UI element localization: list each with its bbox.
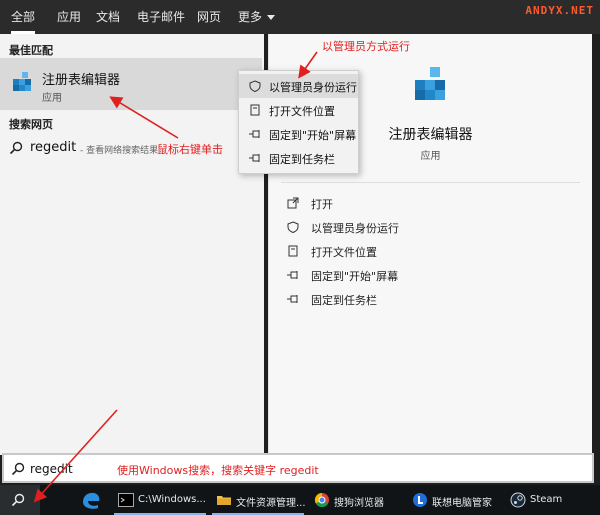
web-search-hint: - 查看网络搜索结果 xyxy=(80,146,159,156)
search-icon xyxy=(11,462,25,476)
file-location-icon xyxy=(288,245,298,257)
context-menu-pin-to-taskbar[interactable]: 固定到任务栏 xyxy=(239,146,358,170)
annotation-search-hint: 使用Windows搜索，搜索关键字 regedit xyxy=(117,464,319,477)
pin-icon xyxy=(287,271,298,279)
results-pane: 最佳匹配 注册表编辑器 应用 搜索网页 regedit - 查看网络搜索结果 xyxy=(0,34,264,455)
context-menu-run-as-admin[interactable]: 以管理员身份运行 xyxy=(239,74,358,98)
chrome-icon xyxy=(314,492,329,508)
best-match-subtitle: 应用 xyxy=(42,93,62,104)
cmd-icon xyxy=(118,493,134,507)
lenovo-icon xyxy=(413,493,427,507)
pin-icon xyxy=(249,154,260,162)
context-menu-pin-to-start[interactable]: 固定到"开始"屏幕 xyxy=(239,122,358,146)
taskbar-item-steam[interactable]: Steam xyxy=(506,485,596,515)
admin-shield-icon xyxy=(249,80,261,92)
tab-all[interactable]: 全部 xyxy=(11,0,36,34)
pin-icon xyxy=(287,295,298,303)
taskbar: C:\Windows... 文件资源管理... 搜狗浏览器 联想电脑管家 Ste… xyxy=(0,485,600,515)
context-menu-open-file-location[interactable]: 打开文件位置 xyxy=(239,98,358,122)
pin-icon xyxy=(249,130,260,138)
folder-icon xyxy=(217,496,231,505)
search-icon xyxy=(11,493,25,507)
divider xyxy=(281,182,580,183)
best-match-result[interactable]: 注册表编辑器 应用 xyxy=(0,58,262,110)
taskbar-item-lenovo[interactable]: 联想电脑管家 xyxy=(408,485,502,515)
open-icon xyxy=(287,197,299,209)
taskbar-item-browser[interactable]: 搜狗浏览器 xyxy=(310,485,404,515)
tab-web[interactable]: 网页 xyxy=(197,0,221,34)
tab-email[interactable]: 电子邮件 xyxy=(137,0,185,34)
context-menu: 以管理员身份运行 打开文件位置 固定到"开始"屏幕 固定到任务栏 xyxy=(238,70,359,174)
web-search-heading: 搜索网页 xyxy=(9,118,53,131)
best-match-heading: 最佳匹配 xyxy=(9,44,53,57)
web-search-query: regedit xyxy=(30,140,77,155)
tab-apps[interactable]: 应用 xyxy=(57,0,81,34)
registry-editor-icon xyxy=(415,67,445,100)
annotation-run-as-admin: 以管理员方式运行 xyxy=(322,40,410,53)
file-location-icon xyxy=(250,104,260,116)
annotation-right-click: 鼠标右键单击 xyxy=(157,143,223,156)
tab-documents[interactable]: 文档 xyxy=(96,0,120,34)
steam-icon xyxy=(510,492,526,508)
search-scope-tabs: 全部 应用 文档 电子邮件 网页 更多 ANDYX.NET xyxy=(0,0,600,34)
taskbar-item-file-explorer[interactable]: 文件资源管理... xyxy=(212,485,306,515)
watermark: ANDYX.NET xyxy=(525,4,594,17)
taskbar-item-cmd[interactable]: C:\Windows... xyxy=(114,485,208,515)
registry-editor-icon xyxy=(13,72,31,91)
admin-shield-icon xyxy=(287,221,299,233)
search-icon xyxy=(9,141,23,155)
taskbar-search-button[interactable] xyxy=(0,485,40,515)
edge-browser-icon[interactable] xyxy=(80,490,102,510)
best-match-title: 注册表编辑器 xyxy=(42,73,121,88)
tab-more[interactable]: 更多 xyxy=(238,0,276,34)
chevron-down-icon xyxy=(267,15,276,20)
